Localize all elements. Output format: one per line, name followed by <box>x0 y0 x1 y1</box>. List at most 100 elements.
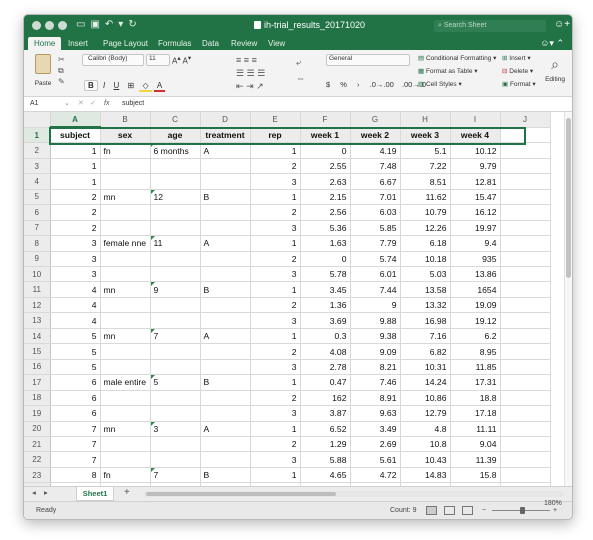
cell-w3[interactable]: 6.82 <box>400 343 451 360</box>
cell-w4[interactable]: 13.86 <box>450 266 501 283</box>
tab-view[interactable]: View <box>262 37 291 50</box>
cell-sex[interactable] <box>100 343 151 360</box>
empty-cell[interactable] <box>500 235 551 252</box>
minimize-window-icon[interactable] <box>45 21 54 30</box>
name-box[interactable]: A1 <box>30 97 64 111</box>
tab-data[interactable]: Data <box>196 37 225 50</box>
column-header-a[interactable]: A <box>50 112 101 129</box>
cell-w3[interactable]: 10.31 <box>400 359 451 376</box>
cell-subject[interactable]: 2 <box>50 204 101 221</box>
cell-w1[interactable]: 3.87 <box>300 405 351 422</box>
insert-function-icon[interactable]: fx <box>104 97 109 111</box>
cell-subject[interactable]: 8 <box>50 467 101 484</box>
empty-cell[interactable] <box>500 189 551 206</box>
cell-w1[interactable]: 2.15 <box>300 189 351 206</box>
cell-rep[interactable]: 3 <box>250 451 301 468</box>
align-left-icon[interactable]: ☰ <box>236 68 244 78</box>
cell-w4[interactable]: 8.95 <box>450 343 501 360</box>
cell-w3[interactable]: 12.79 <box>400 405 451 422</box>
cell-age[interactable]: 12 <box>150 189 201 206</box>
cell-rep[interactable]: 1 <box>250 281 301 298</box>
cancel-icon[interactable]: ✕ <box>78 97 84 111</box>
cell-w4[interactable]: 12.81 <box>450 173 501 190</box>
format-cells-button[interactable]: ▣ Format ▾ <box>502 78 536 91</box>
page-layout-view-icon[interactable] <box>444 506 455 515</box>
cell-w1[interactable]: 3.69 <box>300 312 351 329</box>
formula-input[interactable]: subject <box>122 97 562 111</box>
cell-treatment[interactable] <box>200 343 251 360</box>
cell-rep[interactable]: 2 <box>250 343 301 360</box>
row-header[interactable]: 16 <box>24 359 51 376</box>
cell-sex[interactable] <box>100 266 151 283</box>
cell-treatment[interactable]: B <box>200 281 251 298</box>
cell-age[interactable]: 9 <box>150 281 201 298</box>
cell-w3[interactable]: 10.79 <box>400 204 451 221</box>
cell-treatment[interactable]: A <box>200 235 251 252</box>
cell-w3[interactable]: 14.83 <box>400 467 451 484</box>
column-header-j[interactable]: J <box>500 112 551 128</box>
bold-button[interactable]: B <box>84 80 98 91</box>
tab-home[interactable]: Home <box>28 37 62 50</box>
cell-rep[interactable]: 1 <box>250 467 301 484</box>
cell-w1[interactable]: 2.56 <box>300 204 351 221</box>
cell-w2[interactable]: 6.67 <box>350 173 401 190</box>
cell-subject[interactable]: 1 <box>50 142 101 159</box>
empty-cell[interactable] <box>500 374 551 391</box>
cell-w4[interactable]: 9.04 <box>450 436 501 453</box>
smiley-icon[interactable]: ☺▾ <box>540 38 554 48</box>
cell-treatment[interactable]: A <box>200 142 251 159</box>
empty-cell[interactable] <box>500 421 551 438</box>
empty-cell[interactable] <box>500 436 551 453</box>
merge-center-icon[interactable]: ⇔ <box>296 70 305 86</box>
empty-cell[interactable] <box>500 251 551 268</box>
cell-sex[interactable]: fn <box>100 467 151 484</box>
cell-w3[interactable]: 10.18 <box>400 251 451 268</box>
empty-cell[interactable] <box>500 127 551 144</box>
cell-age[interactable] <box>150 173 201 190</box>
redo-icon[interactable]: ↻ <box>128 19 141 30</box>
cell-w1[interactable]: 0.3 <box>300 328 351 345</box>
cell-rep[interactable]: 1 <box>250 421 301 438</box>
prev-sheet-icon[interactable]: ◂ <box>32 488 36 497</box>
header-cell-sex[interactable]: sex <box>100 127 151 144</box>
tab-formulas[interactable]: Formulas <box>152 37 197 50</box>
row-header[interactable]: 10 <box>24 266 51 283</box>
align-right-icon[interactable]: ☰ <box>257 68 265 78</box>
cell-age[interactable] <box>150 436 201 453</box>
cell-treatment[interactable] <box>200 451 251 468</box>
cell-sex[interactable]: female nne <box>100 235 151 252</box>
cell-rep[interactable]: 1 <box>250 142 301 159</box>
cell-w2[interactable]: 8.91 <box>350 390 401 407</box>
cell-w4[interactable]: 935 <box>450 251 501 268</box>
empty-cell[interactable] <box>500 328 551 345</box>
column-header-h[interactable]: H <box>400 112 451 128</box>
copy-icon[interactable]: ⧉ <box>58 65 65 76</box>
cell-w2[interactable]: 6.01 <box>350 266 401 283</box>
cell-treatment[interactable] <box>200 204 251 221</box>
cell-w4[interactable]: 11.39 <box>450 451 501 468</box>
increase-decimal-button[interactable]: .0→.00 <box>370 80 394 89</box>
row-header[interactable]: 18 <box>24 390 51 407</box>
cell-treatment[interactable] <box>200 390 251 407</box>
cell-subject[interactable]: 7 <box>50 451 101 468</box>
paste-button[interactable]: Paste <box>30 54 56 92</box>
header-cell-week2[interactable]: week 2 <box>350 127 401 144</box>
cell-w2[interactable]: 5.74 <box>350 251 401 268</box>
row-header[interactable]: 15 <box>24 343 51 360</box>
cell-age[interactable] <box>150 312 201 329</box>
font-color-icon[interactable]: A <box>153 81 166 92</box>
percent-button[interactable]: % <box>340 80 347 89</box>
cell-sex[interactable] <box>100 173 151 190</box>
cell-w2[interactable]: 4.19 <box>350 142 401 159</box>
header-cell-week4[interactable]: week 4 <box>450 127 501 144</box>
align-middle-icon[interactable]: ≡ <box>244 55 249 65</box>
cell-subject[interactable]: 5 <box>50 359 101 376</box>
cell-subject[interactable]: 3 <box>50 235 101 252</box>
indent-decrease-icon[interactable]: ⇤ <box>236 81 244 91</box>
empty-cell[interactable] <box>500 220 551 237</box>
cell-subject[interactable]: 2 <box>50 220 101 237</box>
font-name-select[interactable]: Calibri (Body) <box>82 54 145 66</box>
cell-w4[interactable]: 19.97 <box>450 220 501 237</box>
row-header[interactable]: 22 <box>24 451 51 468</box>
cell-rep[interactable]: 2 <box>250 297 301 314</box>
